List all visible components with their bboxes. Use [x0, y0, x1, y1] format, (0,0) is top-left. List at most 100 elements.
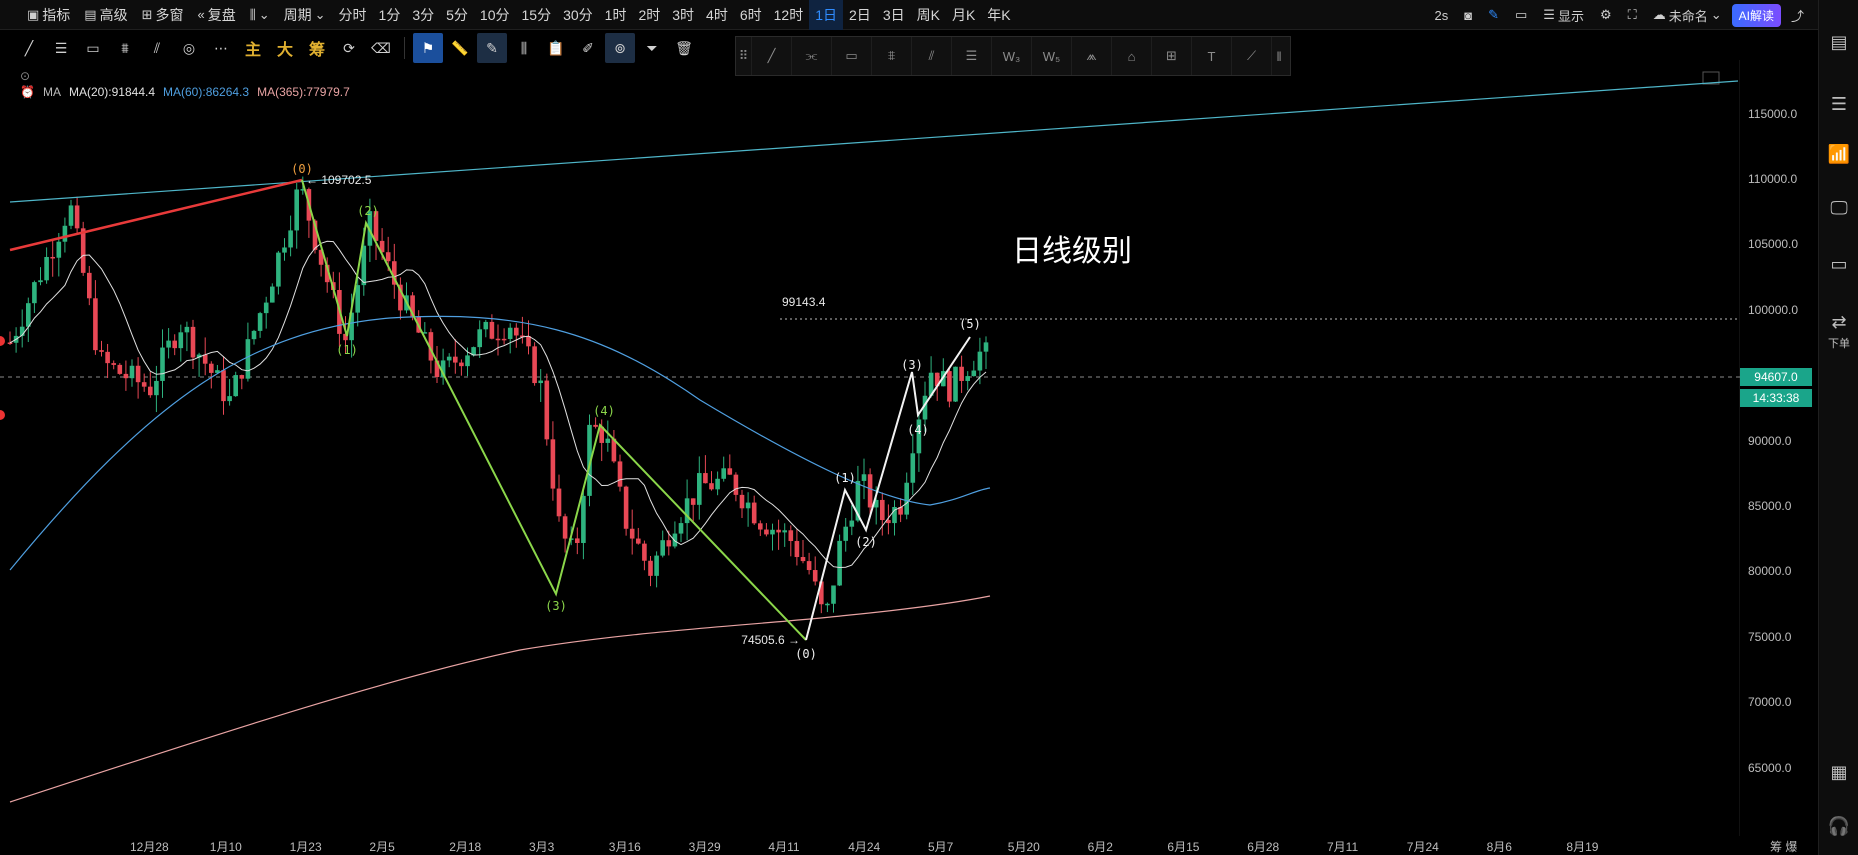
- candle-body: [483, 321, 489, 330]
- axis-corner[interactable]: 筹 爆: [1770, 838, 1797, 855]
- date-label: 1月10: [209, 840, 242, 854]
- candle-body: [526, 336, 531, 347]
- wallet-icon[interactable]: ▭: [1819, 254, 1858, 275]
- candle-body: [538, 380, 543, 384]
- price-chart[interactable]: (0)(1)(2)(3)(4)(1)(2)(3)(4)(5)(0)← 10970…: [0, 0, 1740, 836]
- low-price-label: 74505.6 →: [741, 633, 800, 647]
- candle-body: [642, 543, 647, 561]
- order-button[interactable]: ⇄ 下单: [1819, 312, 1858, 351]
- candle-body: [654, 555, 659, 576]
- date-label: 6月2: [1087, 840, 1113, 854]
- candle-body: [465, 355, 470, 367]
- candle-body: [227, 396, 232, 402]
- candle-body: [294, 189, 299, 231]
- candle-body: [672, 533, 678, 547]
- ma60-value: MA(60):86264.3: [163, 85, 250, 99]
- candle-body: [123, 373, 129, 379]
- candle-body: [550, 439, 556, 489]
- candle-body: [38, 280, 43, 283]
- candle-body: [178, 332, 184, 349]
- candle-body: [111, 363, 116, 365]
- price-label: 85000.0: [1748, 499, 1792, 513]
- ma365-line: [9, 595, 991, 803]
- wave-label: (3): [901, 358, 923, 372]
- candle-body: [709, 483, 714, 490]
- candle-body: [68, 205, 74, 226]
- candle-body: [141, 382, 147, 387]
- channel-line[interactable]: [9, 80, 1739, 203]
- share-icon[interactable]: ⤴: [1785, 6, 1810, 25]
- candle-body: [263, 302, 269, 314]
- candle-body: [770, 529, 775, 535]
- price-label: 70000.0: [1748, 695, 1792, 710]
- candle-body: [947, 371, 952, 402]
- candle-body: [959, 366, 964, 381]
- candle-body: [477, 329, 482, 348]
- candle-body: [825, 603, 830, 606]
- candle-body: [593, 424, 598, 427]
- alarm-icon[interactable]: ⏰: [20, 85, 35, 99]
- candle-body: [788, 530, 794, 542]
- candle-body: [983, 342, 989, 352]
- price-label: 90000.0: [1748, 433, 1792, 448]
- candle-body: [953, 366, 958, 402]
- orderbook-icon[interactable]: ▤: [1819, 32, 1858, 53]
- candle-body: [251, 330, 257, 340]
- candle-body: [129, 365, 135, 379]
- user-drawings: [9, 80, 1739, 641]
- candle-body: [32, 282, 37, 304]
- order-label: 下单: [1828, 338, 1850, 350]
- price-label: 110000.0: [1748, 172, 1798, 186]
- time-axis[interactable]: 12月28 1月10 1月23 2月5 2月18 3月3 3月16 3月29 4月11 4月24 5…: [0, 836, 1740, 855]
- candle-body: [727, 468, 733, 475]
- candle-body: [544, 380, 550, 440]
- candle-body: [50, 256, 55, 259]
- price-label: 75000.0: [1748, 629, 1792, 644]
- current-price-tag: 94607.0: [1740, 368, 1812, 386]
- candles: [7, 176, 989, 614]
- monitor-icon[interactable]: 🖵: [1819, 198, 1858, 219]
- candle-body: [160, 347, 165, 381]
- candle-body: [209, 363, 214, 373]
- candle-body: [758, 523, 763, 530]
- candle-body: [806, 561, 812, 571]
- candle-body: [172, 340, 177, 349]
- candle-body: [501, 338, 507, 341]
- candle-body: [44, 256, 49, 281]
- candle-body: [245, 339, 251, 379]
- support-icon[interactable]: 🎧: [1819, 816, 1858, 837]
- date-label: 5月20: [1007, 840, 1040, 854]
- date-label: 3月16: [608, 840, 641, 854]
- date-label: 7月24: [1406, 840, 1439, 854]
- candle-body: [495, 338, 501, 341]
- price-axis[interactable]: 115000.0110000.0105000.0100000.095000.09…: [1740, 70, 1818, 840]
- candle-body: [556, 488, 562, 517]
- candle-body: [880, 499, 885, 521]
- candle-body: [764, 529, 769, 535]
- chart-grid: [0, 60, 1740, 836]
- date-label: 5月7: [928, 840, 954, 854]
- wave-labels: (0)(1)(2)(3)(4)(1)(2)(3)(4)(5)(0)← 10970…: [291, 162, 981, 661]
- date-label: 2月18: [449, 840, 482, 854]
- order-icon: ⇄: [1831, 312, 1847, 332]
- layout-icon[interactable]: ▦: [1819, 762, 1858, 783]
- watchlist-icon[interactable]: ☰: [1819, 94, 1858, 115]
- date-label: 12月28: [130, 840, 169, 854]
- candle-body: [623, 486, 629, 529]
- candle-body: [276, 252, 281, 287]
- abc-wave-line[interactable]: [301, 179, 807, 641]
- ma-label: MA: [42, 85, 61, 99]
- candle-body: [678, 523, 684, 534]
- date-label: 6月15: [1167, 840, 1200, 854]
- wave-label: (2): [357, 204, 379, 218]
- chart-stats-icon[interactable]: 📶: [1819, 144, 1858, 165]
- candle-body: [202, 354, 208, 364]
- expand-legend-icon[interactable]: ⊙: [20, 69, 30, 83]
- candle-body: [562, 516, 568, 539]
- candle-body: [733, 474, 739, 495]
- candle-body: [135, 365, 141, 383]
- ma60-line: [9, 315, 991, 571]
- candle-body: [453, 356, 458, 363]
- trend-line-red[interactable]: [9, 178, 303, 252]
- candle-body: [270, 286, 275, 303]
